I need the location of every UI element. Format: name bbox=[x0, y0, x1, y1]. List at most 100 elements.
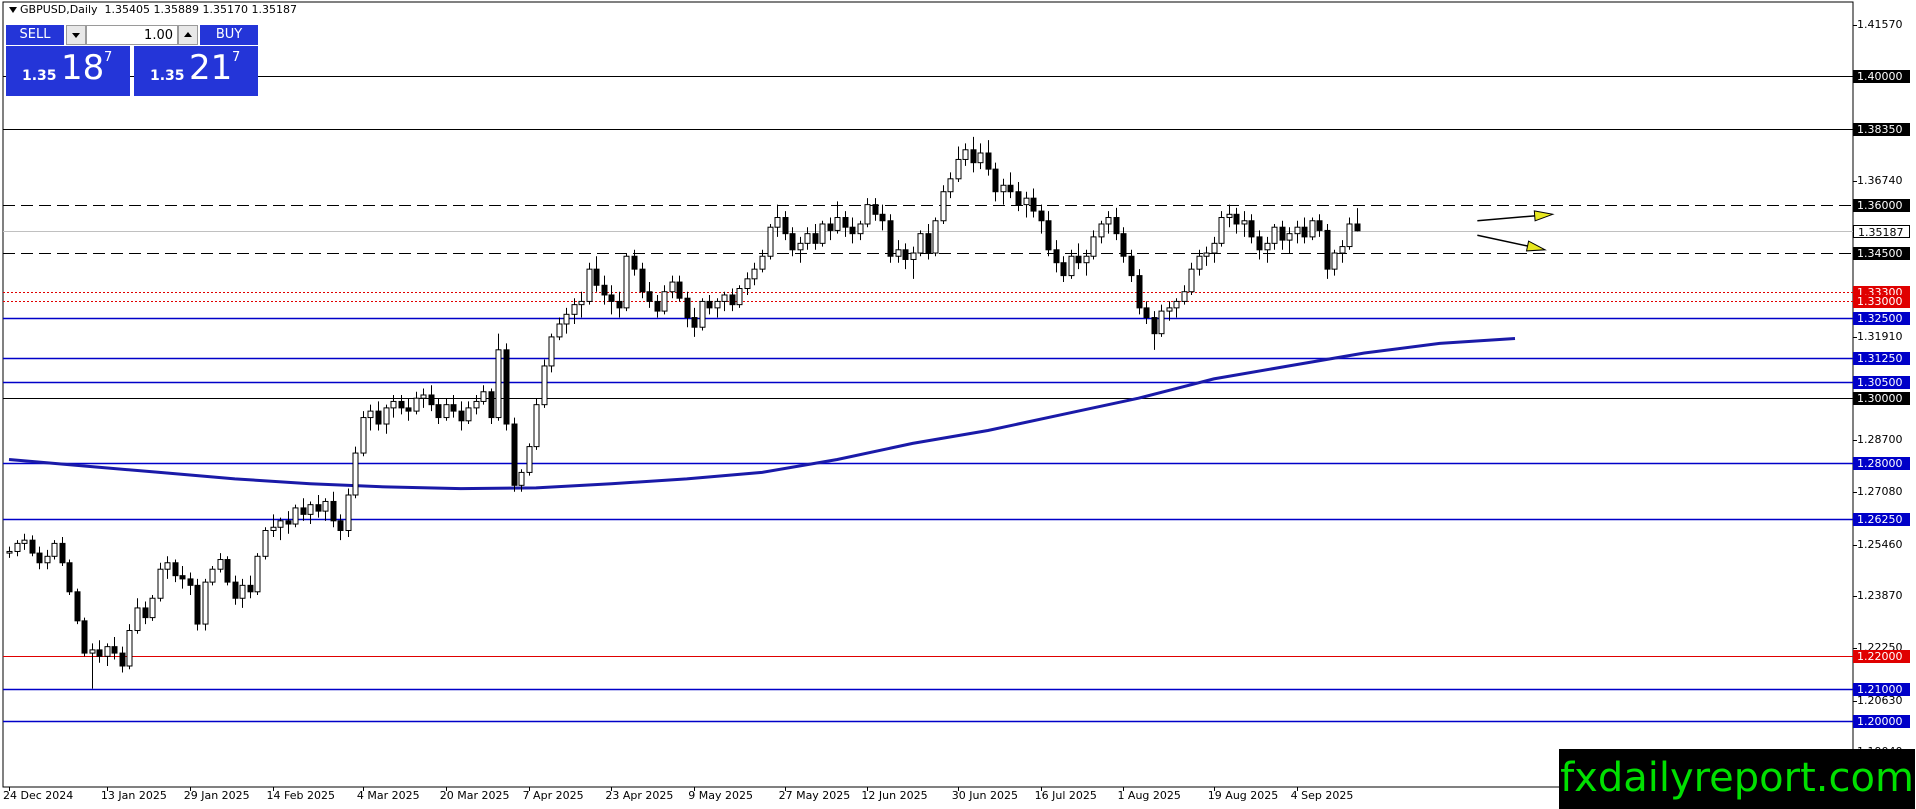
candle-body bbox=[134, 607, 141, 632]
candle-body bbox=[262, 529, 269, 557]
buy-button[interactable]: BUY bbox=[200, 25, 258, 45]
candle-body bbox=[925, 233, 932, 254]
sell-price-button[interactable]: 1.35 18 7 bbox=[6, 46, 130, 96]
level-price-tag: 1.36000 bbox=[1853, 198, 1910, 212]
candle-body bbox=[556, 323, 563, 338]
candle-body bbox=[1007, 184, 1014, 193]
y-tick-label: 1.20630 bbox=[1857, 693, 1903, 707]
candle-body bbox=[66, 562, 73, 593]
candle-body bbox=[586, 268, 593, 302]
candle-body bbox=[473, 400, 480, 409]
candle-body bbox=[1060, 262, 1067, 277]
x-tick-label: 1 Aug 2025 bbox=[1117, 789, 1181, 802]
x-tick-label: 12 Jun 2025 bbox=[861, 789, 928, 802]
candle-body bbox=[149, 597, 156, 619]
candle-body bbox=[548, 336, 555, 367]
x-tick-label: 7 Apr 2025 bbox=[522, 789, 584, 802]
lot-increase-button[interactable] bbox=[178, 25, 198, 45]
lot-size-input[interactable] bbox=[86, 25, 178, 45]
candle-body bbox=[827, 223, 834, 231]
candle-body bbox=[1203, 252, 1210, 257]
lot-decrease-button[interactable] bbox=[66, 25, 86, 45]
candle-body bbox=[315, 504, 322, 512]
candle-body bbox=[270, 526, 277, 531]
candle-body bbox=[1241, 220, 1248, 225]
caret-down-icon[interactable] bbox=[9, 7, 17, 13]
candle-body bbox=[300, 507, 307, 515]
candle-body bbox=[1015, 191, 1022, 206]
arrow-down-icon bbox=[72, 33, 80, 38]
price-chart[interactable] bbox=[0, 0, 1916, 809]
candle-body bbox=[119, 652, 126, 667]
candle-body bbox=[714, 300, 721, 309]
candle-body bbox=[1113, 217, 1120, 235]
candle-body bbox=[646, 291, 653, 302]
candle-body bbox=[1128, 255, 1135, 277]
candle-body bbox=[292, 507, 299, 525]
candle-body bbox=[834, 217, 841, 231]
candle-body bbox=[623, 255, 630, 309]
level-price-tag: 1.38350 bbox=[1853, 122, 1910, 136]
trend-arrow-line-1 bbox=[1477, 234, 1528, 247]
candle-body bbox=[1181, 291, 1188, 302]
candle-body bbox=[1279, 226, 1286, 241]
candle-body bbox=[917, 233, 924, 254]
candle-body bbox=[367, 410, 374, 419]
candle-body bbox=[209, 568, 216, 583]
trend-arrow-head-0 bbox=[1533, 210, 1555, 222]
x-tick-label: 30 Jun 2025 bbox=[951, 789, 1018, 802]
buy-price-pips: 21 bbox=[189, 48, 233, 88]
candle-body bbox=[164, 562, 171, 570]
candle-body bbox=[767, 226, 774, 257]
candle-body bbox=[330, 500, 337, 522]
candle-body bbox=[1264, 242, 1271, 251]
candle-body bbox=[578, 300, 585, 306]
candle-body bbox=[187, 578, 194, 586]
candle-body bbox=[1188, 268, 1195, 293]
candle-body bbox=[390, 400, 397, 409]
candle-body bbox=[1090, 236, 1097, 257]
y-tick-label: 1.23870 bbox=[1857, 588, 1903, 602]
candle-body bbox=[254, 555, 261, 593]
candle-body bbox=[1218, 217, 1225, 244]
candle-body bbox=[511, 423, 518, 486]
candle-body bbox=[111, 646, 118, 654]
candle-body bbox=[608, 294, 615, 302]
watermark: fxdailyreport.com bbox=[1559, 749, 1915, 809]
level-price-tag: 1.30000 bbox=[1853, 392, 1910, 406]
candle-body bbox=[21, 539, 28, 544]
moving-average-line bbox=[8, 337, 1516, 491]
candle-body bbox=[1030, 197, 1037, 212]
candle-body bbox=[616, 300, 623, 309]
candle-body bbox=[902, 249, 909, 260]
candle-body bbox=[1316, 220, 1323, 231]
y-tick-label: 1.36740 bbox=[1857, 173, 1903, 187]
x-tick-label: 19 Aug 2025 bbox=[1207, 789, 1279, 802]
candle-body bbox=[1075, 255, 1082, 264]
level-price-tag: 1.40000 bbox=[1853, 69, 1910, 83]
candle-body bbox=[1211, 242, 1218, 254]
x-tick-label: 4 Sep 2025 bbox=[1290, 789, 1354, 802]
candle-body bbox=[1023, 197, 1030, 206]
candle-body bbox=[804, 233, 811, 244]
candle-body bbox=[1000, 184, 1007, 193]
level-price-tag: 1.32500 bbox=[1853, 311, 1910, 325]
candle-body bbox=[495, 349, 502, 419]
candle-body bbox=[1339, 246, 1346, 254]
sell-button[interactable]: SELL bbox=[6, 25, 64, 45]
candle-body bbox=[940, 191, 947, 222]
candle-body bbox=[383, 407, 390, 425]
candle-body bbox=[398, 400, 405, 409]
candle-body bbox=[74, 591, 81, 622]
buy-price-button[interactable]: 1.35 21 7 bbox=[134, 46, 258, 96]
candle-body bbox=[194, 584, 201, 625]
candle-body bbox=[1233, 213, 1240, 225]
chart-header: GBPUSD,Daily 1.35405 1.35889 1.35170 1.3… bbox=[9, 3, 297, 16]
level-price-tag: 1.21000 bbox=[1853, 682, 1910, 696]
candle-body bbox=[887, 220, 894, 257]
sell-price-pips: 18 bbox=[61, 48, 105, 88]
candle-body bbox=[669, 281, 676, 293]
candle-body bbox=[337, 520, 344, 531]
candle-body bbox=[654, 300, 661, 312]
candle-body bbox=[1354, 223, 1361, 232]
